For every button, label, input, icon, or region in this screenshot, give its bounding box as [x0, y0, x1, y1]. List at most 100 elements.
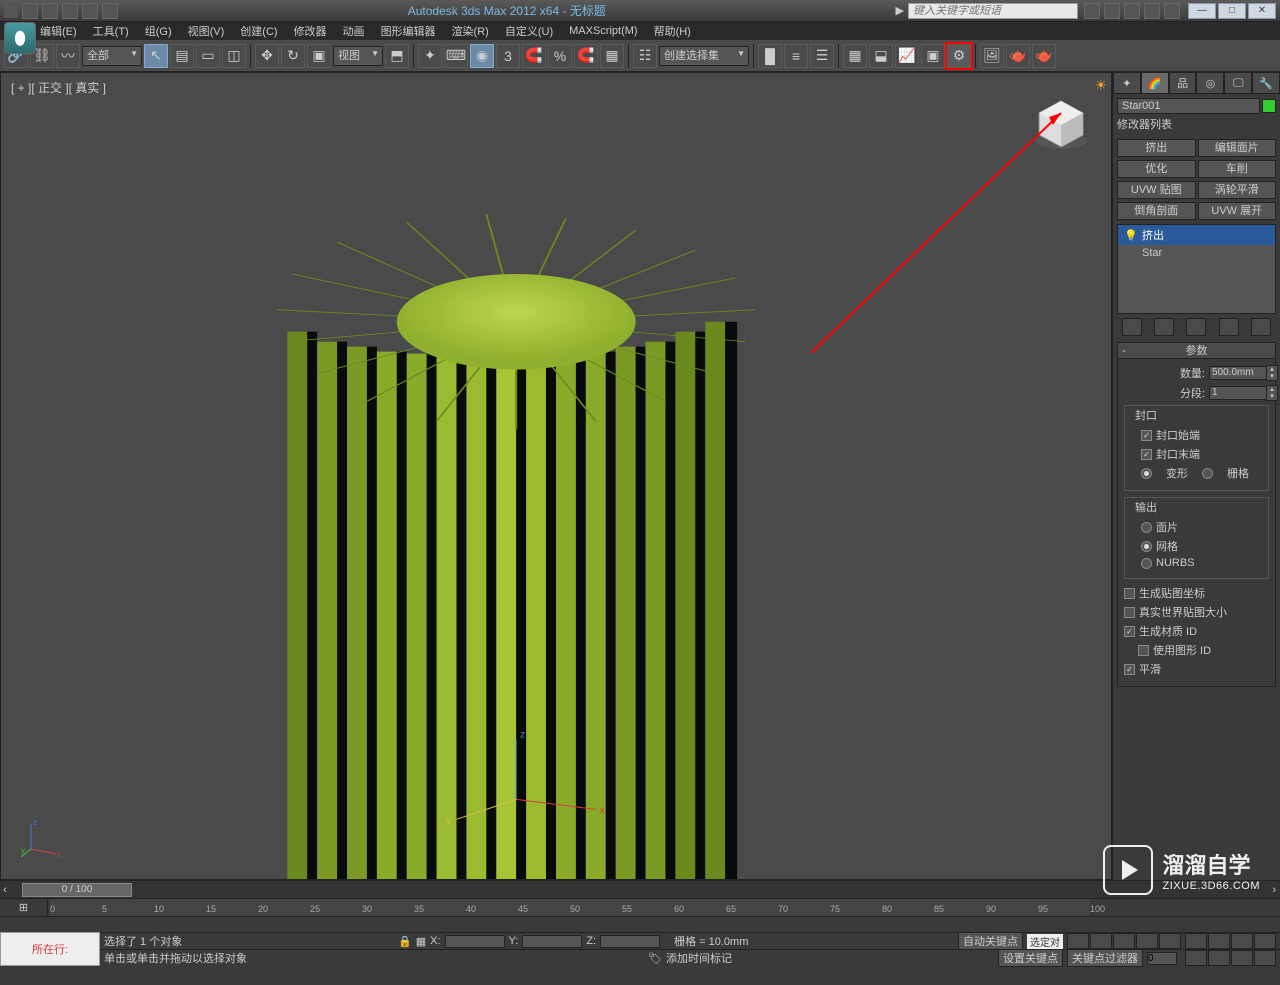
maximize-button[interactable]: □ — [1218, 3, 1246, 19]
help-icon[interactable] — [1164, 3, 1180, 19]
window-crossing-icon[interactable]: ◫ — [222, 44, 246, 68]
mapping-checkbox[interactable] — [1124, 588, 1135, 599]
menu-animation[interactable]: 动画 — [343, 23, 365, 39]
scale-icon[interactable]: ▣ — [307, 44, 331, 68]
menu-views[interactable]: 视图(V) — [188, 23, 225, 39]
tab-motion-icon[interactable]: ◎ — [1196, 72, 1224, 94]
menu-group[interactable]: 组(G) — [145, 23, 172, 39]
selection-filter-dropdown[interactable]: 全部 — [82, 46, 142, 66]
close-button[interactable]: ✕ — [1248, 3, 1276, 19]
next-frame-icon[interactable] — [1136, 933, 1158, 949]
time-slider-handle[interactable]: 0 / 100 — [22, 883, 132, 897]
menu-rendering[interactable]: 渲染(R) — [452, 23, 489, 39]
nav-icon[interactable] — [1254, 933, 1276, 949]
menu-help[interactable]: 帮助(H) — [654, 23, 691, 39]
qat-undo-icon[interactable] — [82, 3, 98, 19]
goto-start-icon[interactable] — [1067, 933, 1089, 949]
menu-create[interactable]: 创建(C) — [240, 23, 277, 39]
realworld-checkbox[interactable] — [1124, 607, 1135, 618]
matid-checkbox[interactable]: ✓ — [1124, 626, 1135, 637]
z-input[interactable] — [600, 935, 660, 948]
smooth-checkbox[interactable]: ✓ — [1124, 664, 1135, 675]
mod-btn-uvw-unwrap[interactable]: UVW 展开 — [1198, 202, 1277, 220]
rendered-frame-icon[interactable]: 🫖 — [1006, 44, 1030, 68]
select-region-rect-icon[interactable]: ▭ — [196, 44, 220, 68]
tool-icon[interactable] — [1124, 3, 1140, 19]
snap-toggle-icon[interactable]: ◉ — [470, 44, 494, 68]
mirror-icon[interactable]: ▐▌ — [758, 44, 782, 68]
nav-icon[interactable] — [1231, 933, 1253, 949]
tool-icon[interactable] — [1104, 3, 1120, 19]
menu-graph-editors[interactable]: 图形编辑器 — [381, 23, 436, 39]
useshape-checkbox[interactable] — [1138, 645, 1149, 656]
out-nurbs-radio[interactable] — [1141, 558, 1152, 569]
x-input[interactable] — [445, 935, 505, 948]
menu-maxscript[interactable]: MAXScript(M) — [569, 25, 637, 37]
material-editor-icon[interactable]: ▣ — [921, 44, 945, 68]
prev-frame-icon[interactable] — [1090, 933, 1112, 949]
qat-new-icon[interactable] — [22, 3, 38, 19]
nav-icon[interactable] — [1208, 933, 1230, 949]
select-object-icon[interactable]: ↖ — [144, 44, 168, 68]
graphite-toggle-icon[interactable]: ▦ — [843, 44, 867, 68]
menu-tools[interactable]: 工具(T) — [93, 23, 129, 39]
goto-end-icon[interactable] — [1159, 933, 1181, 949]
render-production-icon[interactable]: 🫖 — [1032, 44, 1056, 68]
curve-editor-icon[interactable]: ⬓ — [869, 44, 893, 68]
morph-radio[interactable] — [1141, 468, 1152, 479]
object-color-swatch[interactable] — [1262, 99, 1276, 113]
maxscript-prompt[interactable]: 所在行: — [0, 932, 100, 966]
amount-spinner[interactable]: 500.0mm — [1209, 366, 1269, 380]
nav-icon[interactable] — [1185, 950, 1207, 966]
nav-icon[interactable] — [1254, 950, 1276, 966]
make-unique-icon[interactable] — [1186, 318, 1206, 336]
y-input[interactable] — [522, 935, 582, 948]
selection-set-dropdown[interactable]: 创建选择集 — [659, 46, 749, 66]
use-pivot-icon[interactable]: ⬒ — [385, 44, 409, 68]
cap-end-checkbox[interactable]: ✓ — [1141, 449, 1152, 460]
mod-btn-optimize[interactable]: 优化 — [1117, 160, 1196, 178]
tab-modify-icon[interactable]: 🌈 — [1141, 72, 1169, 94]
keyboard-shortcut-icon[interactable]: ⌨ — [444, 44, 468, 68]
stack-item-star[interactable]: Star — [1118, 245, 1275, 261]
tab-utilities-icon[interactable]: 🔧 — [1252, 72, 1280, 94]
nav-icon[interactable] — [1208, 950, 1230, 966]
stack-item-extrude[interactable]: 💡挤出 — [1118, 225, 1275, 245]
render-setup-icon[interactable]: ⚙ — [947, 44, 971, 68]
render-frame-icon[interactable]: 🖼 — [980, 44, 1004, 68]
remove-modifier-icon[interactable] — [1219, 318, 1239, 336]
play-icon[interactable] — [1113, 933, 1135, 949]
select-by-name-icon[interactable]: ▤ — [170, 44, 194, 68]
bind-spacewarp-icon[interactable]: 〰 — [56, 44, 80, 68]
coord-display-icon[interactable]: ▦ — [416, 935, 426, 948]
keyfilter-button[interactable]: 关键点过滤器 — [1067, 949, 1143, 967]
trackbar[interactable]: ⊞ 05101520253035404550556065707580859095… — [0, 898, 1280, 916]
help-search-input[interactable] — [908, 3, 1078, 19]
angle-snap-icon[interactable]: 3 — [496, 44, 520, 68]
app-logo-icon[interactable]: ⬮ — [4, 22, 36, 54]
modifier-list-dropdown[interactable]: 修改器列表 — [1117, 117, 1276, 135]
move-icon[interactable]: ✥ — [255, 44, 279, 68]
tab-create-icon[interactable]: ✦ — [1113, 72, 1141, 94]
autokey-button[interactable]: 自动关键点 — [958, 932, 1023, 950]
select-manipulate-icon[interactable]: ✦ — [418, 44, 442, 68]
mod-btn-turbosmooth[interactable]: 涡轮平滑 — [1198, 181, 1277, 199]
pin-stack-icon[interactable] — [1122, 318, 1142, 336]
viewport[interactable]: [ + ][ 正交 ][ 真实 ] ☀ — [0, 72, 1112, 880]
keymode-dropdown[interactable]: 选定对 — [1027, 934, 1063, 949]
mod-btn-uvwmap[interactable]: UVW 贴图 — [1117, 181, 1196, 199]
mod-btn-lathe[interactable]: 车削 — [1198, 160, 1277, 178]
timetag-icon[interactable]: 🏷 — [648, 952, 662, 965]
cap-start-checkbox[interactable]: ✓ — [1141, 430, 1152, 441]
menu-customize[interactable]: 自定义(U) — [505, 23, 553, 39]
mod-btn-edit-patch[interactable]: 编辑面片 — [1198, 139, 1277, 157]
nav-icon[interactable] — [1231, 950, 1253, 966]
time-next-icon[interactable]: › — [1272, 884, 1276, 896]
rollout-header[interactable]: 参数 — [1118, 343, 1275, 359]
align-icon[interactable]: ≡ — [784, 44, 808, 68]
object-name-input[interactable] — [1117, 98, 1260, 114]
star-icon[interactable] — [1144, 3, 1160, 19]
grid-radio[interactable] — [1202, 468, 1213, 479]
qat-redo-icon[interactable] — [102, 3, 118, 19]
segments-spinner[interactable]: 1 — [1209, 386, 1269, 400]
